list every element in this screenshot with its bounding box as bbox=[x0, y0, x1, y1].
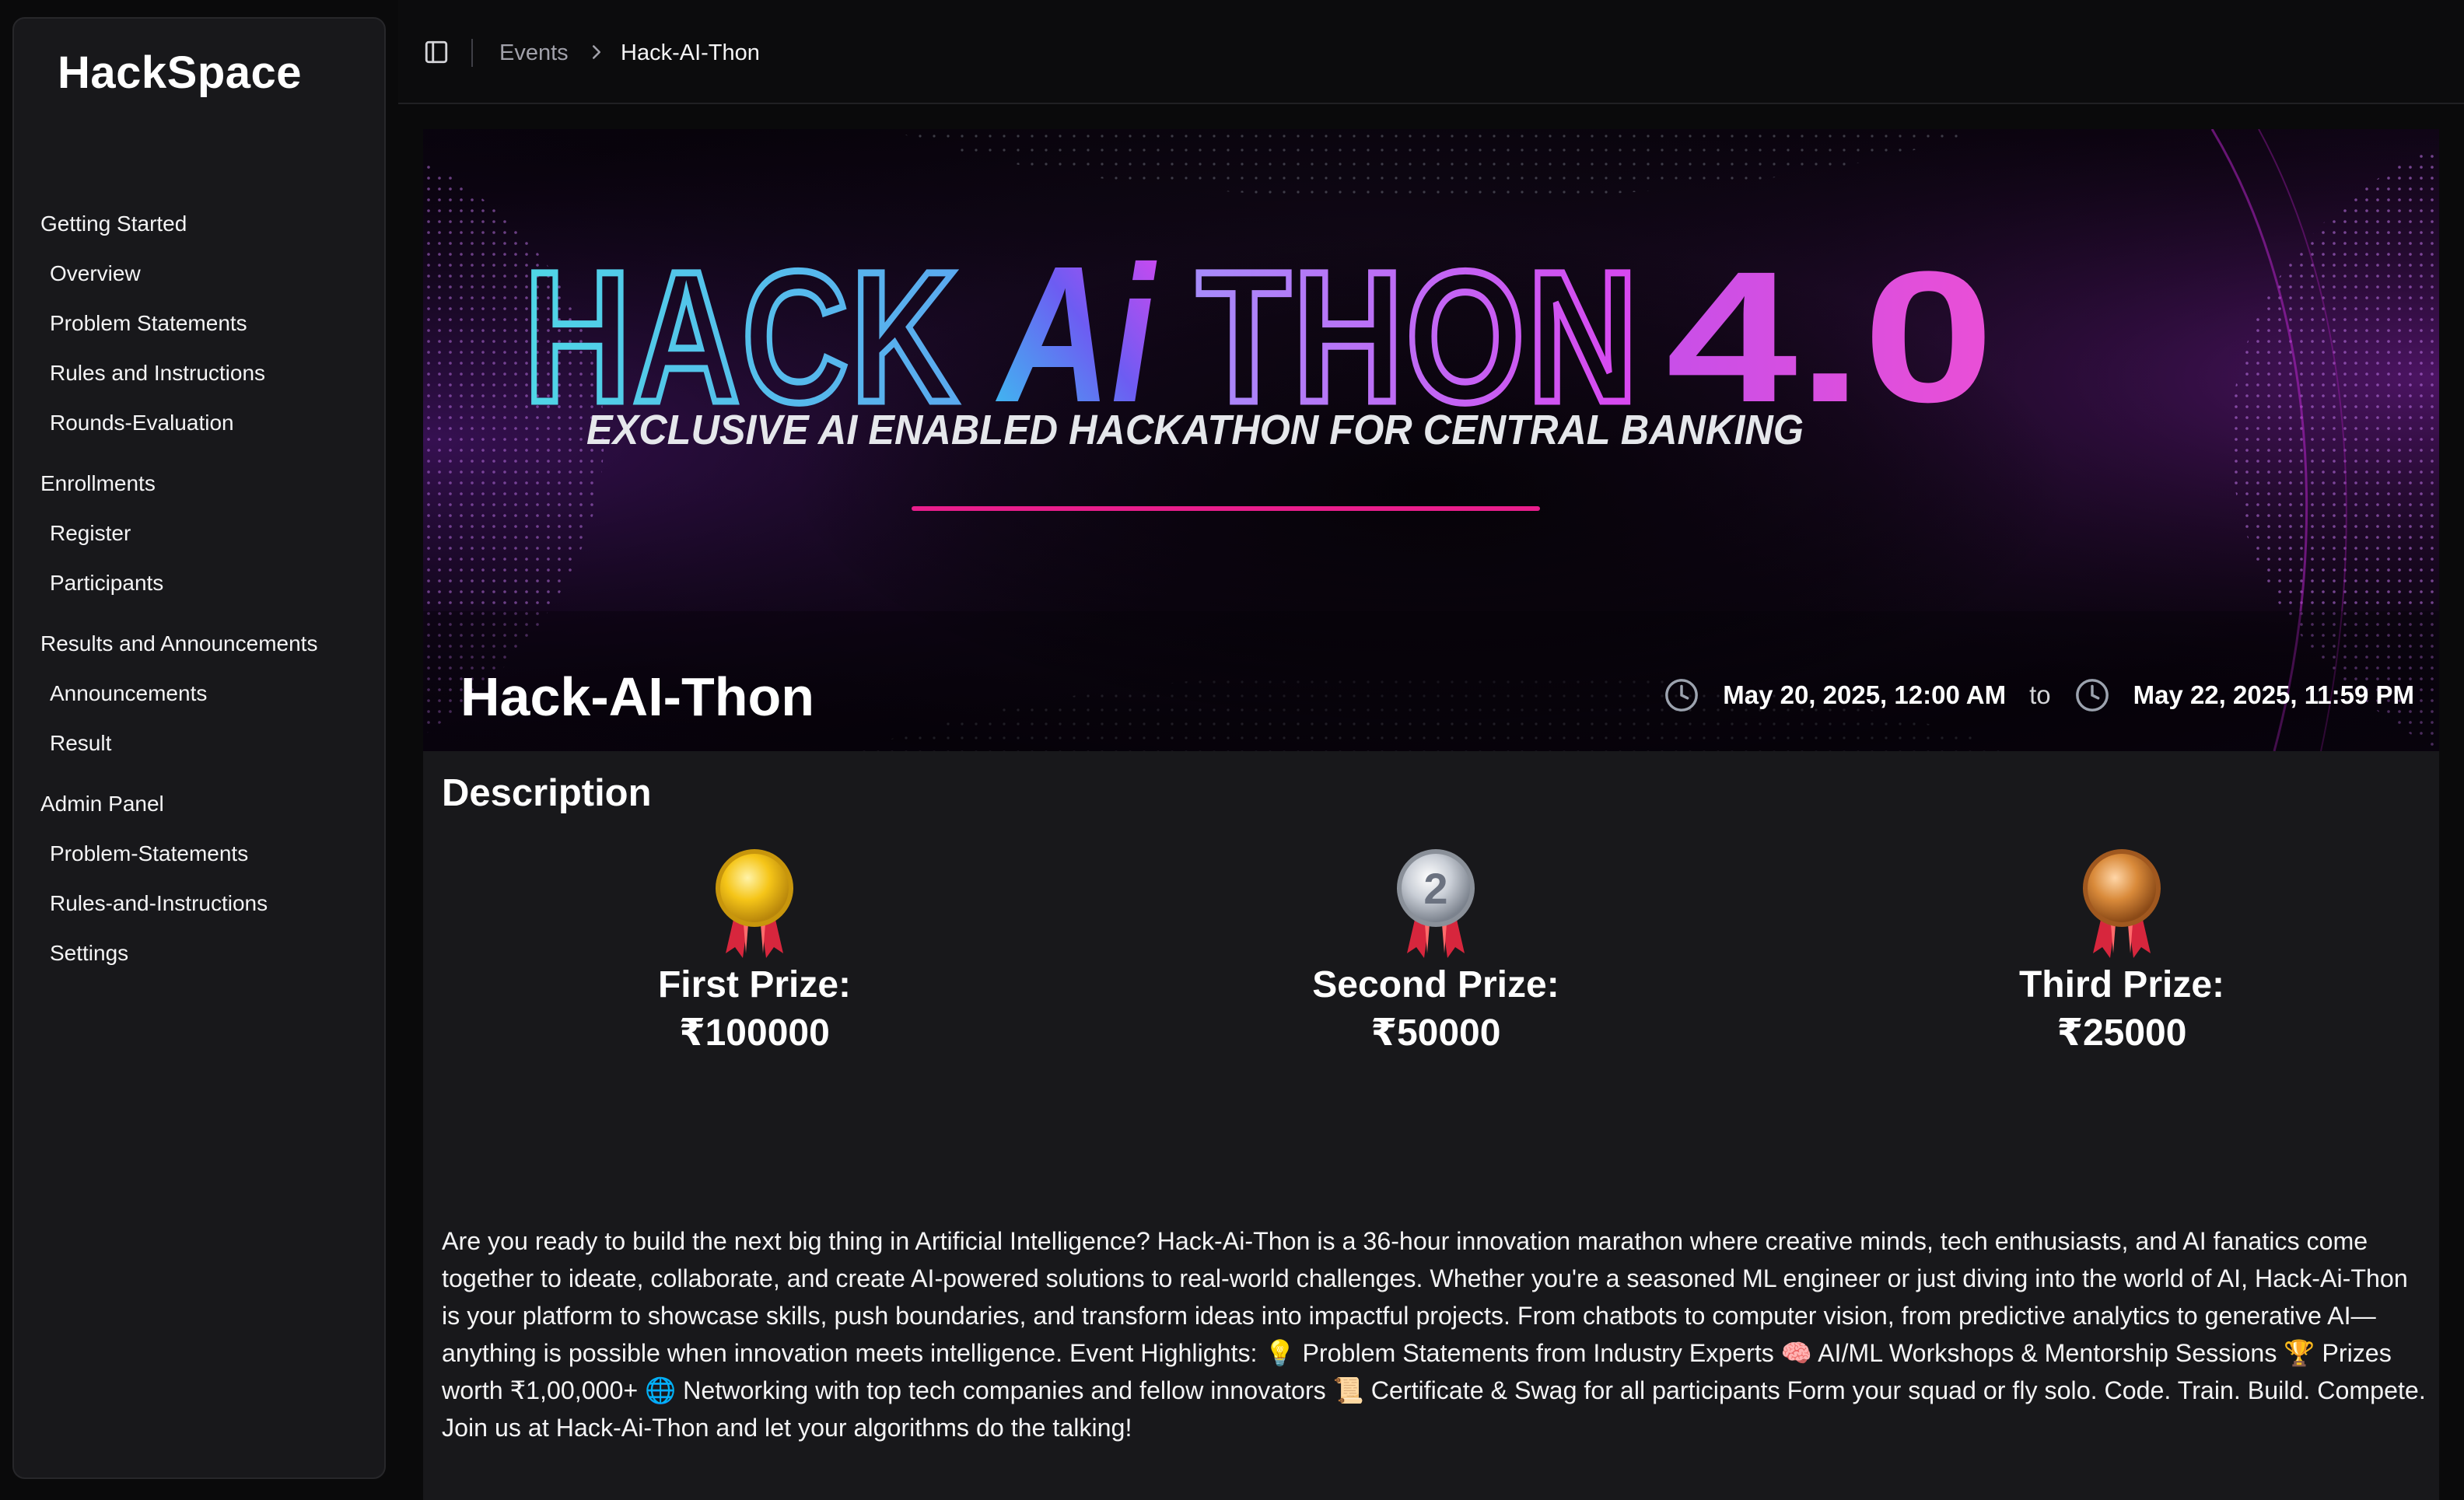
silver-medal-icon: 2 bbox=[1397, 849, 1475, 958]
prize-amount: ₹100000 bbox=[679, 1012, 830, 1054]
event-end-date: May 22, 2025, 11:59 PM bbox=[2133, 680, 2414, 709]
prize-label: Second Prize: bbox=[1312, 964, 1559, 1005]
prize-amount: ₹50000 bbox=[1370, 1012, 1501, 1054]
event-start-date: May 20, 2025, 12:00 AM bbox=[1723, 680, 2007, 709]
prize-card-second: 2 Second Prize: ₹50000 bbox=[1234, 844, 1638, 1058]
sidebar-nav: Getting Started Overview Problem Stateme… bbox=[39, 199, 381, 989]
app-root: HackSpace Getting Started Overview Probl… bbox=[0, 0, 2464, 1500]
sidebar-item-overview[interactable]: Overview bbox=[39, 249, 381, 299]
nav-group-admin-panel: Admin Panel Problem-Statements Rules-and… bbox=[39, 779, 381, 978]
nav-group-getting-started: Getting Started Overview Problem Stateme… bbox=[39, 199, 381, 448]
nav-group-results: Results and Announcements Announcements … bbox=[39, 619, 381, 768]
main-content: HACK Ai THON 4.0 EXCLUSIVE AI ENABLED HA… bbox=[423, 129, 2439, 1500]
sidebar-item-problem-statements[interactable]: Problem Statements bbox=[39, 299, 381, 348]
top-header: Events Hack-AI-Thon bbox=[398, 0, 2464, 104]
brand-logo[interactable]: HackSpace bbox=[58, 47, 302, 99]
event-banner: HACK Ai THON 4.0 EXCLUSIVE AI ENABLED HA… bbox=[423, 129, 2439, 751]
prize-label: Third Prize: bbox=[2018, 964, 2225, 1005]
sidebar-item-announcements[interactable]: Announcements bbox=[39, 669, 381, 719]
prize-card-first: First Prize: ₹100000 bbox=[552, 844, 957, 1058]
banner-tagline: EXCLUSIVE AI ENABLED HACKATHON FOR CENTR… bbox=[586, 407, 1804, 453]
nav-group-enrollments: Enrollments Register Participants bbox=[39, 459, 381, 608]
nav-group-label: Admin Panel bbox=[40, 792, 164, 816]
event-dates: May 20, 2025, 12:00 AM to May 22, 2025, … bbox=[1664, 677, 2414, 714]
breadcrumb-current: Hack-AI-Thon bbox=[621, 40, 760, 65]
sidebar-item-settings[interactable]: Settings bbox=[39, 928, 381, 978]
nav-group-label: Enrollments bbox=[40, 471, 156, 495]
prize-card-third: Third Prize: ₹25000 bbox=[1920, 844, 2324, 1058]
clock-icon bbox=[2075, 679, 2109, 712]
banner-artwork: HACK Ai THON 4.0 EXCLUSIVE AI ENABLED HA… bbox=[423, 129, 2439, 751]
sidebar-item-register[interactable]: Register bbox=[39, 509, 381, 558]
sidebar-item-rounds-evaluation[interactable]: Rounds-Evaluation bbox=[39, 398, 381, 448]
description-heading: Description bbox=[442, 772, 652, 814]
prize-label: First Prize: bbox=[657, 964, 852, 1005]
clock-icon bbox=[1665, 679, 1699, 712]
sidebar: HackSpace Getting Started Overview Probl… bbox=[12, 17, 386, 1479]
event-description-text: Are you ready to build the next big thin… bbox=[442, 1227, 2426, 1442]
prize-amount: ₹25000 bbox=[2056, 1012, 2187, 1054]
nav-group-label: Results and Announcements bbox=[40, 631, 318, 656]
sidebar-item-result[interactable]: Result bbox=[39, 719, 381, 768]
breadcrumb-events-link[interactable]: Events bbox=[499, 39, 569, 67]
chevron-right-icon bbox=[593, 45, 600, 59]
sidebar-item-admin-problem-statements[interactable]: Problem-Statements bbox=[39, 829, 381, 879]
header-divider bbox=[471, 39, 473, 67]
event-title: Hack-AI-Thon bbox=[460, 666, 814, 727]
sidebar-toggle-icon[interactable] bbox=[423, 39, 450, 65]
sidebar-item-admin-rules-and-instructions[interactable]: Rules-and-Instructions bbox=[39, 879, 381, 928]
gold-medal-icon bbox=[716, 849, 793, 958]
date-separator: to bbox=[2029, 680, 2051, 709]
sidebar-item-participants[interactable]: Participants bbox=[39, 558, 381, 608]
sidebar-item-rules-and-instructions[interactable]: Rules and Instructions bbox=[39, 348, 381, 398]
bronze-medal-icon bbox=[2083, 849, 2161, 958]
nav-group-label: Getting Started bbox=[40, 212, 187, 236]
svg-text:2: 2 bbox=[1423, 864, 1447, 913]
